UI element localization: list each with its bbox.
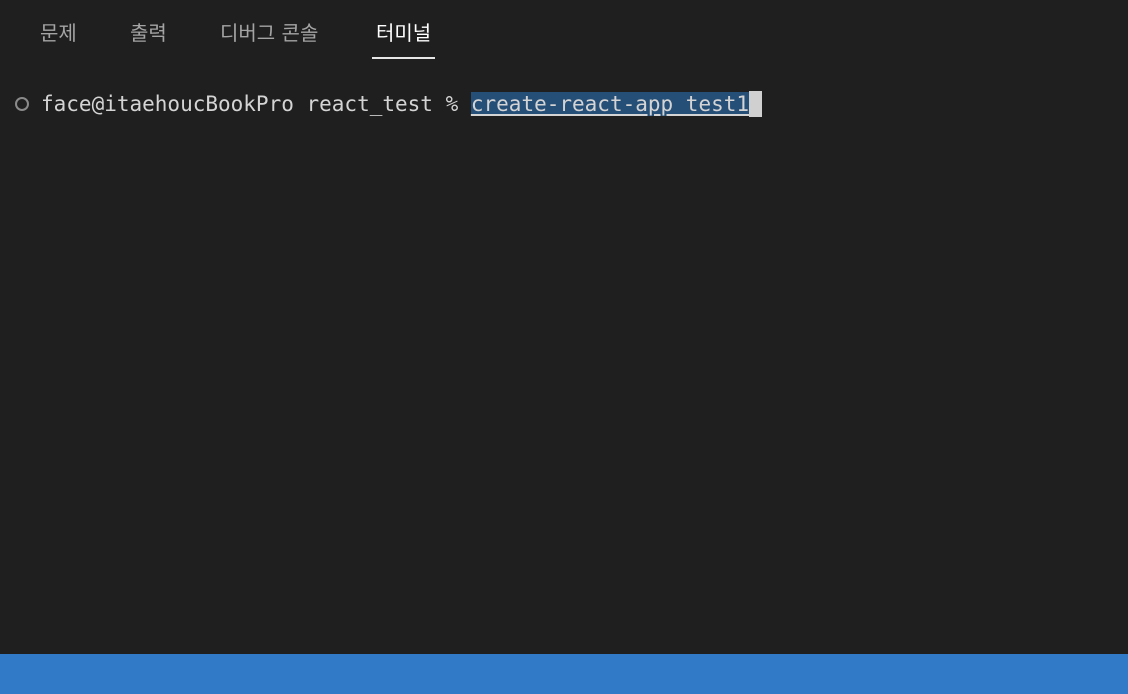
- terminal-prompt-line: face@itaehoucBookPro react_test % create…: [41, 90, 763, 118]
- tab-terminal[interactable]: 터미널: [372, 18, 436, 60]
- tab-output[interactable]: 출력: [130, 18, 167, 60]
- typed-command: create-react-app test1: [470, 92, 750, 116]
- panel-tab-bar: 문제 출력 디버그 콘솔 터미널: [0, 0, 1128, 62]
- tab-debug-console[interactable]: 디버그 콘솔: [220, 18, 318, 60]
- tab-problems[interactable]: 문제: [40, 18, 77, 60]
- shell-prompt: face@itaehoucBookPro react_test %: [41, 92, 471, 116]
- terminal-panel: 문제 출력 디버그 콘솔 터미널 face@itaehoucBookPro re…: [0, 0, 1128, 694]
- status-bar: [0, 654, 1128, 694]
- tab-output-label: 출력: [130, 21, 167, 45]
- tab-debug-console-label: 디버그 콘솔: [220, 21, 319, 45]
- tab-problems-label: 문제: [40, 21, 77, 45]
- tab-terminal-label: 터미널: [376, 21, 432, 45]
- terminal-cursor: [749, 91, 763, 117]
- terminal-line: face@itaehoucBookPro react_test % create…: [0, 86, 1128, 122]
- terminal-output[interactable]: face@itaehoucBookPro react_test % create…: [0, 62, 1128, 654]
- command-status-circle-icon[interactable]: [15, 97, 29, 111]
- active-tab-indicator: [372, 57, 436, 59]
